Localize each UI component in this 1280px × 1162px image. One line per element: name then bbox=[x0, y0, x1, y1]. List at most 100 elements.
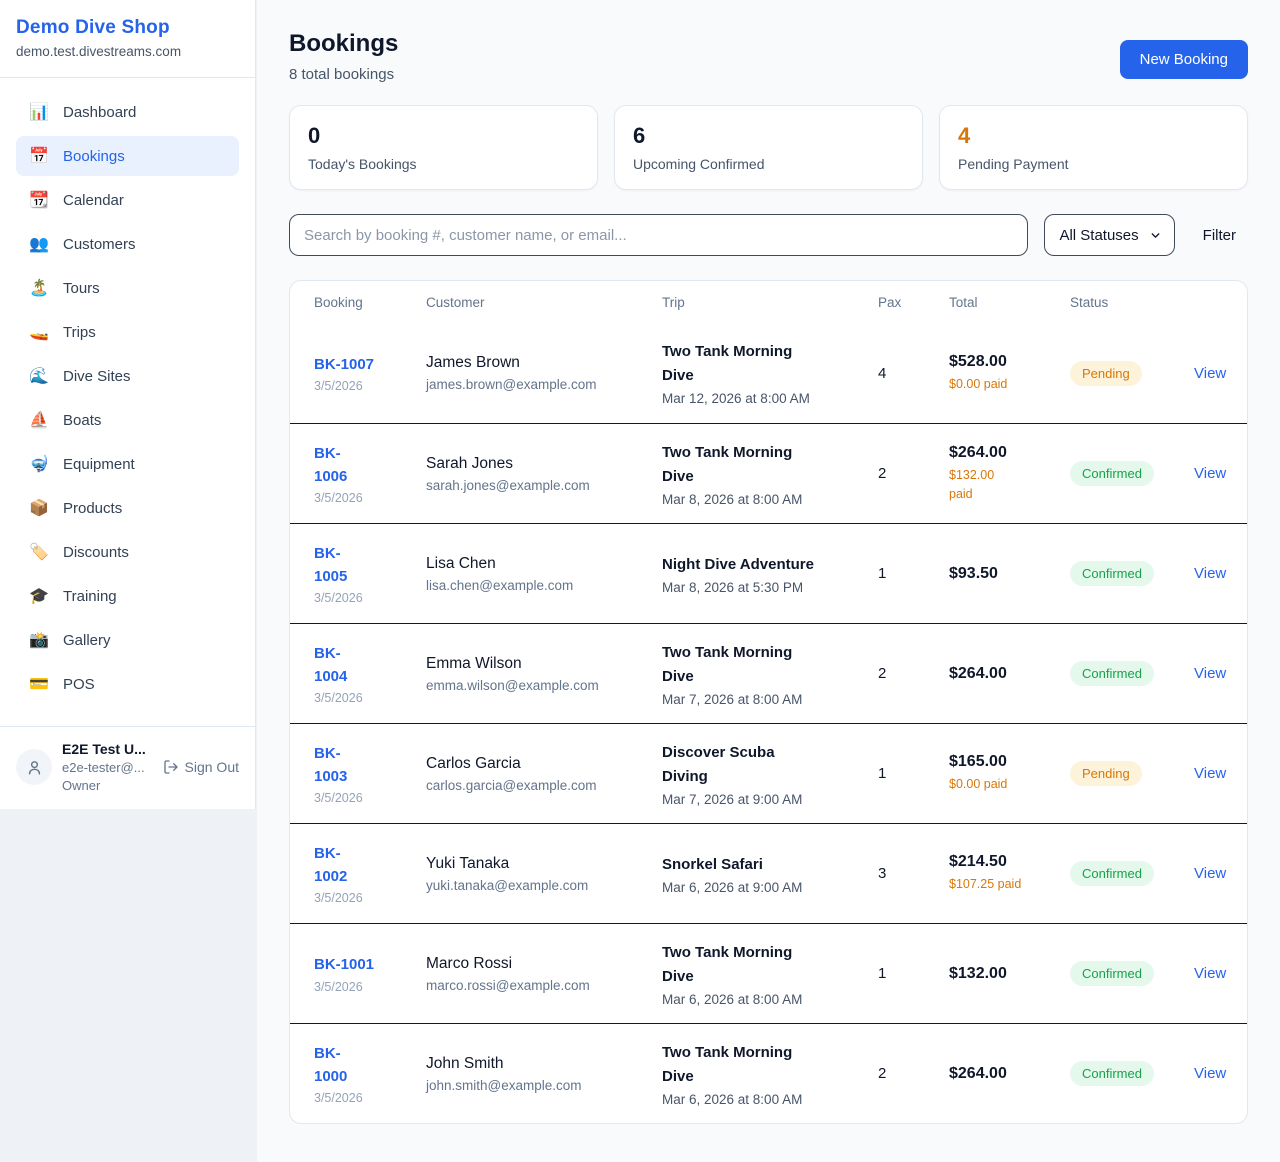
sidebar-item-label: Dashboard bbox=[63, 104, 136, 121]
customer-name: Marco Rossi bbox=[426, 955, 646, 973]
view-link[interactable]: View bbox=[1194, 765, 1242, 782]
pax-value: 1 bbox=[878, 565, 949, 582]
total-cell: $264.00 $132.00 paid bbox=[949, 444, 1070, 504]
calendar-number-icon: 📅 bbox=[28, 146, 50, 166]
sidebar-item-pos[interactable]: 💳 POS bbox=[16, 664, 239, 704]
trip-date: Mar 12, 2026 at 8:00 AM bbox=[662, 391, 862, 406]
customer-cell: Carlos Garcia carlos.garcia@example.com bbox=[426, 755, 662, 793]
view-link[interactable]: View bbox=[1194, 965, 1242, 982]
stat-value: 0 bbox=[308, 123, 579, 149]
booking-id-link[interactable]: BK-1001 bbox=[314, 953, 410, 976]
booking-date: 3/5/2026 bbox=[314, 491, 410, 505]
sign-out-button[interactable]: Sign Out bbox=[163, 759, 239, 775]
user-info: E2E Test U... e2e-tester@... Owner bbox=[62, 741, 146, 793]
booking-id-link[interactable]: BK- 1003 bbox=[314, 742, 410, 789]
status-badge: Confirmed bbox=[1070, 661, 1154, 686]
table-row: BK- 1002 3/5/2026 Yuki Tanaka yuki.tanak… bbox=[290, 823, 1247, 923]
user-section: E2E Test U... e2e-tester@... Owner Sign … bbox=[0, 726, 255, 809]
view-link[interactable]: View bbox=[1194, 865, 1242, 882]
user-name: E2E Test U... bbox=[62, 741, 146, 757]
view-link[interactable]: View bbox=[1194, 665, 1242, 682]
total-amount: $214.50 bbox=[949, 853, 1054, 871]
stat-card: 6 Upcoming Confirmed bbox=[614, 105, 923, 190]
sidebar-item-calendar[interactable]: 📆 Calendar bbox=[16, 180, 239, 220]
sidebar-item-gallery[interactable]: 📸 Gallery bbox=[16, 620, 239, 660]
booking-id-link[interactable]: BK-1007 bbox=[314, 353, 410, 376]
view-link[interactable]: View bbox=[1194, 565, 1242, 582]
sidebar-item-label: Discounts bbox=[63, 544, 129, 561]
status-cell: Confirmed bbox=[1070, 1061, 1194, 1086]
customer-cell: John Smith john.smith@example.com bbox=[426, 1055, 662, 1093]
shop-name: Demo Dive Shop bbox=[16, 17, 239, 39]
sidebar-item-customers[interactable]: 👥 Customers bbox=[16, 224, 239, 264]
stat-label: Today's Bookings bbox=[308, 156, 579, 172]
paid-amount: $132.00 paid bbox=[949, 466, 1054, 504]
status-cell: Pending bbox=[1070, 361, 1194, 386]
booking-id-link[interactable]: BK- 1005 bbox=[314, 542, 410, 589]
booking-date: 3/5/2026 bbox=[314, 980, 410, 994]
search-input[interactable] bbox=[289, 214, 1028, 256]
package-icon: 📦 bbox=[28, 498, 50, 518]
booking-cell: BK- 1004 3/5/2026 bbox=[314, 642, 426, 706]
sidebar-item-products[interactable]: 📦 Products bbox=[16, 488, 239, 528]
user-role: Owner bbox=[62, 778, 146, 793]
island-icon: 🏝️ bbox=[28, 278, 50, 298]
trip-name: Two Tank Morning Dive bbox=[662, 340, 862, 388]
customer-name: Yuki Tanaka bbox=[426, 855, 646, 873]
filter-bar: All Statuses Filter bbox=[289, 214, 1248, 256]
view-link[interactable]: View bbox=[1194, 465, 1242, 482]
view-link[interactable]: View bbox=[1194, 365, 1242, 382]
sidebar-item-bookings[interactable]: 📅 Bookings bbox=[16, 136, 239, 176]
stat-label: Upcoming Confirmed bbox=[633, 156, 904, 172]
booking-date: 3/5/2026 bbox=[314, 791, 410, 805]
booking-id-link[interactable]: BK- 1006 bbox=[314, 442, 410, 489]
sidebar-item-label: Tours bbox=[63, 280, 100, 297]
sidebar-item-trips[interactable]: 🚤 Trips bbox=[16, 312, 239, 352]
sidebar-item-label: Dive Sites bbox=[63, 368, 131, 385]
new-booking-button[interactable]: New Booking bbox=[1120, 40, 1248, 79]
customer-name: Emma Wilson bbox=[426, 655, 646, 673]
customer-cell: James Brown james.brown@example.com bbox=[426, 354, 662, 392]
view-link[interactable]: View bbox=[1194, 1065, 1242, 1082]
sidebar-item-label: Bookings bbox=[63, 148, 125, 165]
customer-cell: Yuki Tanaka yuki.tanaka@example.com bbox=[426, 855, 662, 893]
sailboat-icon: ⛵ bbox=[28, 410, 50, 430]
sidebar-item-boats[interactable]: ⛵ Boats bbox=[16, 400, 239, 440]
trip-date: Mar 8, 2026 at 8:00 AM bbox=[662, 492, 862, 507]
camera-icon: 📸 bbox=[28, 630, 50, 650]
trip-name: Two Tank Morning Dive bbox=[662, 441, 862, 489]
booking-date: 3/5/2026 bbox=[314, 1091, 410, 1105]
booking-date: 3/5/2026 bbox=[314, 691, 410, 705]
sidebar-item-tours[interactable]: 🏝️ Tours bbox=[16, 268, 239, 308]
sidebar-item-dashboard[interactable]: 📊 Dashboard bbox=[16, 92, 239, 132]
sidebar-item-dive-sites[interactable]: 🌊 Dive Sites bbox=[16, 356, 239, 396]
booking-cell: BK- 1003 3/5/2026 bbox=[314, 742, 426, 806]
booking-cell: BK- 1002 3/5/2026 bbox=[314, 842, 426, 906]
status-filter-select[interactable]: All Statuses bbox=[1044, 214, 1174, 256]
speedboat-icon: 🚤 bbox=[28, 322, 50, 342]
filter-button[interactable]: Filter bbox=[1191, 227, 1248, 244]
status-cell: Confirmed bbox=[1070, 461, 1194, 486]
sidebar-item-discounts[interactable]: 🏷️ Discounts bbox=[16, 532, 239, 572]
trip-cell: Two Tank Morning Dive Mar 12, 2026 at 8:… bbox=[662, 340, 878, 406]
sidebar-nav: 📊 Dashboard 📅 Bookings 📆 Calendar 👥 Cust… bbox=[0, 78, 255, 718]
logout-icon bbox=[163, 759, 179, 775]
booking-id-link[interactable]: BK- 1000 bbox=[314, 1042, 410, 1089]
booking-date: 3/5/2026 bbox=[314, 591, 410, 605]
trip-cell: Two Tank Morning Dive Mar 7, 2026 at 8:0… bbox=[662, 641, 878, 707]
wave-icon: 🌊 bbox=[28, 366, 50, 386]
total-amount: $132.00 bbox=[949, 965, 1054, 983]
sidebar-item-label: Products bbox=[63, 500, 122, 517]
booking-cell: BK- 1005 3/5/2026 bbox=[314, 542, 426, 606]
booking-id-link[interactable]: BK- 1002 bbox=[314, 842, 410, 889]
sidebar-item-label: Equipment bbox=[63, 456, 135, 473]
booking-id-link[interactable]: BK- 1004 bbox=[314, 642, 410, 689]
col-header-customer: Customer bbox=[426, 295, 662, 310]
credit-card-icon: 💳 bbox=[28, 674, 50, 694]
total-amount: $264.00 bbox=[949, 1065, 1054, 1083]
table-row: BK- 1006 3/5/2026 Sarah Jones sarah.jone… bbox=[290, 423, 1247, 523]
total-cell: $132.00 bbox=[949, 965, 1070, 983]
sidebar-item-label: POS bbox=[63, 676, 95, 693]
sidebar-item-equipment[interactable]: 🤿 Equipment bbox=[16, 444, 239, 484]
sidebar-item-training[interactable]: 🎓 Training bbox=[16, 576, 239, 616]
